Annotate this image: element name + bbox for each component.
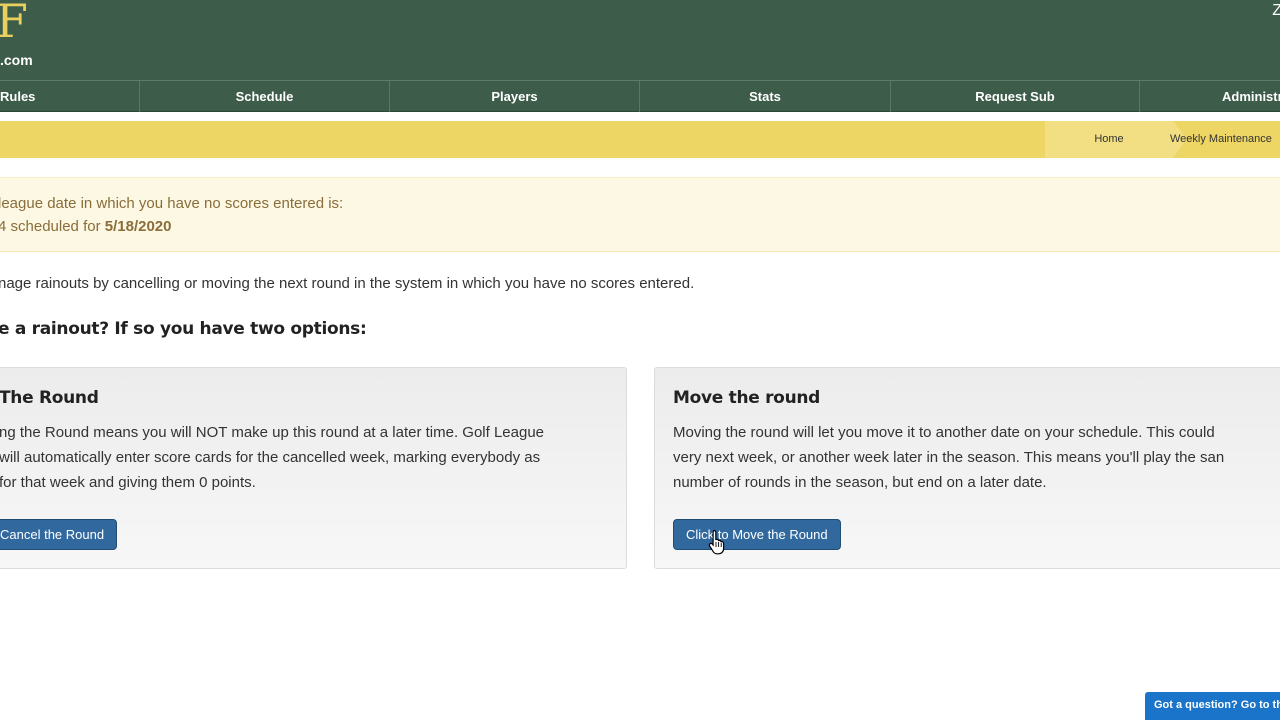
- site-logo-domain: .com: [0, 52, 33, 68]
- nav-item-administration[interactable]: Administra: [1140, 81, 1280, 112]
- rainout-question: e a rainout? If so you have two options:: [0, 319, 367, 339]
- main-nav: Rules Schedule Players Stats Request Sub…: [0, 80, 1280, 112]
- notice-round-text: 4 scheduled for: [0, 218, 105, 235]
- site-logo[interactable]: F: [0, 0, 30, 48]
- cancel-card-line: ng the Round means you will NOT make up …: [0, 424, 545, 441]
- breadcrumb-current: Weekly Maintenance: [1170, 133, 1272, 145]
- nav-item-players[interactable]: Players: [390, 81, 640, 112]
- nav-item-request-sub[interactable]: Request Sub: [891, 81, 1140, 112]
- notice-date: 5/18/2020: [104, 218, 172, 235]
- next-round-notice: league date in which you have no scores …: [0, 177, 1280, 252]
- move-card-line: Moving the round will let you move it to…: [673, 424, 1215, 441]
- move-round-button[interactable]: Click to Move the Round: [673, 519, 841, 550]
- cancel-card-line: for that week and giving them 0 points.: [0, 474, 256, 491]
- move-card-line: very next week, or another week later in…: [673, 449, 1225, 466]
- nav-item-schedule[interactable]: Schedule: [140, 81, 390, 112]
- cancel-card-description: ng the Round means you will NOT make up …: [0, 420, 544, 495]
- move-card-line: number of rounds in the season, but end …: [673, 474, 1047, 491]
- notice-line-2: 4 scheduled for 5/18/2020: [0, 218, 171, 235]
- site-header: F .com Z: [0, 0, 1280, 80]
- notice-line-1: league date in which you have no scores …: [0, 195, 344, 212]
- move-card-title: Move the round: [673, 388, 821, 408]
- move-round-card: Move the round Moving the round will let…: [654, 367, 1280, 569]
- cancel-card-line: will automatically enter score cards for…: [0, 449, 541, 466]
- nav-item-rules[interactable]: Rules: [0, 81, 140, 112]
- breadcrumb: Home Weekly Maintenance: [0, 121, 1280, 158]
- cancel-round-button[interactable]: Cancel the Round: [0, 519, 118, 550]
- cancel-card-title: The Round: [0, 388, 99, 408]
- hand-cursor-icon: [708, 529, 725, 555]
- help-chat-tab[interactable]: Got a question? Go to the: [1145, 692, 1280, 720]
- header-corner-text: Z: [1272, 2, 1280, 19]
- move-card-description: Moving the round will let you move it to…: [673, 420, 1224, 495]
- cancel-round-card: The Round ng the Round means you will NO…: [0, 367, 627, 569]
- nav-item-stats[interactable]: Stats: [640, 81, 891, 112]
- intro-text: nage rainouts by cancelling or moving th…: [0, 275, 695, 292]
- breadcrumb-home[interactable]: Home: [1045, 121, 1187, 158]
